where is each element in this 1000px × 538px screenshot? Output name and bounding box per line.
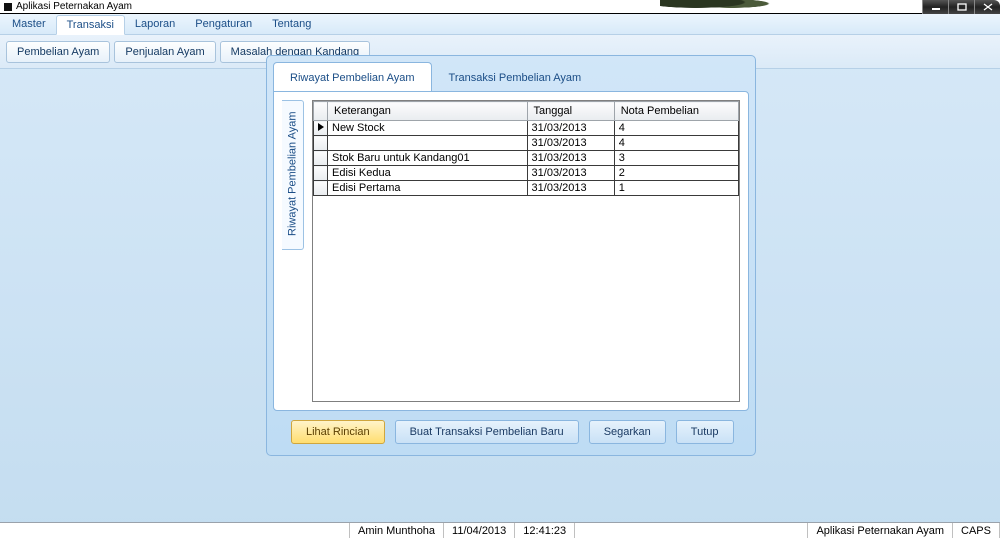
- cell[interactable]: 4: [614, 136, 738, 151]
- client-area: Riwayat Pembelian Ayam Transaksi Pembeli…: [0, 69, 1000, 522]
- cell[interactable]: Stok Baru untuk Kandang01: [328, 151, 528, 166]
- table-row[interactable]: Edisi Kedua31/03/20132: [314, 166, 739, 181]
- row-selector-cell: [314, 136, 328, 151]
- cell[interactable]: 31/03/2013: [527, 181, 614, 196]
- status-app: Aplikasi Peternakan Ayam: [808, 523, 953, 538]
- minimize-icon: [931, 3, 941, 11]
- grid-header-tanggal[interactable]: Tanggal: [527, 102, 614, 121]
- btn-tutup[interactable]: Tutup: [676, 420, 734, 444]
- cell[interactable]: 31/03/2013: [527, 166, 614, 181]
- cell[interactable]: 31/03/2013: [527, 136, 614, 151]
- btn-lihat-rincian[interactable]: Lihat Rincian: [291, 420, 385, 444]
- btn-segarkan[interactable]: Segarkan: [589, 420, 666, 444]
- toolbar-pembelian-ayam[interactable]: Pembelian Ayam: [6, 41, 110, 63]
- menu-tentang[interactable]: Tentang: [262, 14, 321, 34]
- panel-tabs: Riwayat Pembelian Ayam Transaksi Pembeli…: [273, 62, 749, 92]
- cell[interactable]: Edisi Kedua: [328, 166, 528, 181]
- grid-header-selector[interactable]: [314, 102, 328, 121]
- minimize-button[interactable]: [922, 0, 948, 14]
- table-row[interactable]: Stok Baru untuk Kandang0131/03/20133: [314, 151, 739, 166]
- row-selector-cell: [314, 121, 328, 136]
- statusbar: Amin Munthoha 11/04/2013 12:41:23 Aplika…: [0, 522, 1000, 538]
- titlebar-decoration: [660, 0, 780, 12]
- btn-buat-transaksi-baru[interactable]: Buat Transaksi Pembelian Baru: [395, 420, 579, 444]
- maximize-button[interactable]: [948, 0, 974, 14]
- menubar: Master Transaksi Laporan Pengaturan Tent…: [0, 14, 1000, 35]
- status-left-spacer: [0, 523, 350, 538]
- menu-laporan[interactable]: Laporan: [125, 14, 185, 34]
- app-icon: [4, 3, 12, 11]
- grid-header-row: Keterangan Tanggal Nota Pembelian: [314, 102, 739, 121]
- row-selector-cell: [314, 166, 328, 181]
- data-grid[interactable]: Keterangan Tanggal Nota Pembelian New St…: [312, 100, 740, 402]
- grid-header-nota[interactable]: Nota Pembelian: [614, 102, 738, 121]
- titlebar: Aplikasi Peternakan Ayam: [0, 0, 1000, 14]
- tab-riwayat[interactable]: Riwayat Pembelian Ayam: [273, 62, 432, 92]
- maximize-icon: [957, 3, 967, 11]
- menu-master[interactable]: Master: [2, 14, 56, 34]
- close-button[interactable]: [974, 0, 1000, 14]
- window-controls: [922, 0, 1000, 14]
- close-icon: [983, 3, 993, 11]
- panel-button-row: Lihat Rincian Buat Transaksi Pembelian B…: [291, 420, 734, 444]
- status-middle-spacer: [575, 523, 808, 538]
- table-row[interactable]: 31/03/20134: [314, 136, 739, 151]
- tab-transaksi[interactable]: Transaksi Pembelian Ayam: [432, 62, 599, 92]
- menu-transaksi[interactable]: Transaksi: [56, 15, 125, 35]
- status-date: 11/04/2013: [444, 523, 515, 538]
- cell[interactable]: 2: [614, 166, 738, 181]
- cell[interactable]: 31/03/2013: [527, 121, 614, 136]
- cell[interactable]: [328, 136, 528, 151]
- window-title: Aplikasi Peternakan Ayam: [16, 1, 132, 12]
- status-user: Amin Munthoha: [350, 523, 444, 538]
- toolbar-penjualan-ayam[interactable]: Penjualan Ayam: [114, 41, 215, 63]
- side-tab-riwayat[interactable]: Riwayat Pembelian Ayam: [282, 100, 304, 250]
- cell[interactable]: 3: [614, 151, 738, 166]
- table-row[interactable]: Edisi Pertama31/03/20131: [314, 181, 739, 196]
- menu-pengaturan[interactable]: Pengaturan: [185, 14, 262, 34]
- grid-table: Keterangan Tanggal Nota Pembelian New St…: [313, 101, 739, 196]
- status-time: 12:41:23: [515, 523, 575, 538]
- row-selector-cell: [314, 151, 328, 166]
- table-row[interactable]: New Stock31/03/20134: [314, 121, 739, 136]
- cell[interactable]: 4: [614, 121, 738, 136]
- status-caps: CAPS: [953, 523, 1000, 538]
- cell[interactable]: New Stock: [328, 121, 528, 136]
- panel-body: Riwayat Pembelian Ayam Keterangan Tangga…: [273, 91, 749, 411]
- cell[interactable]: 1: [614, 181, 738, 196]
- row-indicator-icon: [318, 123, 324, 131]
- cell[interactable]: 31/03/2013: [527, 151, 614, 166]
- panel-pembelian: Riwayat Pembelian Ayam Transaksi Pembeli…: [266, 55, 756, 456]
- row-selector-cell: [314, 181, 328, 196]
- cell[interactable]: Edisi Pertama: [328, 181, 528, 196]
- grid-header-keterangan[interactable]: Keterangan: [328, 102, 528, 121]
